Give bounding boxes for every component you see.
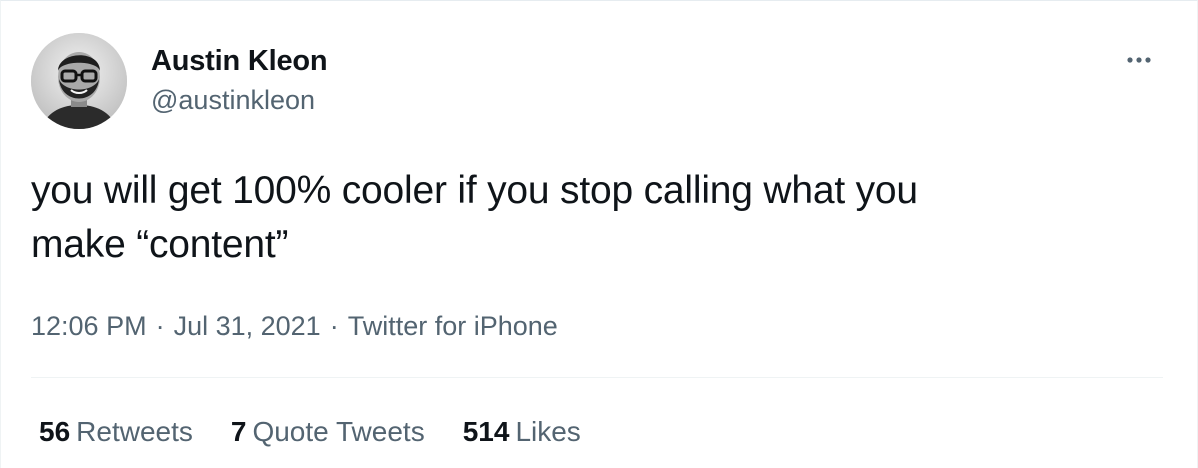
likes-stat[interactable]: 514 Likes bbox=[463, 414, 581, 450]
meta-separator: · bbox=[329, 311, 339, 341]
profile-photo-icon bbox=[31, 33, 127, 129]
tweet-date-link[interactable]: Jul 31, 2021 bbox=[174, 311, 321, 341]
quote-tweets-label: Quote Tweets bbox=[252, 416, 425, 447]
author-block: Austin Kleon @austinkleon bbox=[151, 43, 328, 117]
divider bbox=[31, 377, 1163, 378]
meta-separator: · bbox=[155, 311, 165, 341]
tweet-stats: 56 Retweets 7 Quote Tweets 514 Likes bbox=[39, 414, 619, 450]
author-display-name[interactable]: Austin Kleon bbox=[151, 43, 328, 79]
tweet-source-link[interactable]: Twitter for iPhone bbox=[348, 311, 558, 341]
tweet-meta: 12:06 PM · Jul 31, 2021 · Twitter for iPhone bbox=[31, 308, 558, 344]
likes-count: 514 bbox=[462, 416, 510, 447]
tweet-card: Austin Kleon @austinkleon you will get 1… bbox=[0, 0, 1198, 468]
quote-tweets-count: 7 bbox=[230, 416, 247, 447]
quote-tweets-stat[interactable]: 7 Quote Tweets bbox=[231, 414, 425, 450]
tweet-text: you will get 100% cooler if you stop cal… bbox=[31, 164, 1111, 272]
tweet-text-line: you will get 100% cooler if you stop cal… bbox=[31, 169, 918, 212]
likes-label: Likes bbox=[515, 416, 581, 447]
retweets-label: Retweets bbox=[76, 416, 193, 447]
author-handle[interactable]: @austinkleon bbox=[151, 83, 327, 117]
retweets-stat[interactable]: 56 Retweets bbox=[39, 414, 193, 450]
more-horizontal-icon bbox=[1127, 57, 1151, 63]
more-options-button[interactable] bbox=[1119, 47, 1159, 73]
tweet-text-line: make “content” bbox=[31, 223, 289, 266]
retweets-count: 56 bbox=[39, 416, 71, 447]
avatar[interactable] bbox=[31, 33, 127, 129]
tweet-time-link[interactable]: 12:06 PM bbox=[31, 311, 147, 341]
